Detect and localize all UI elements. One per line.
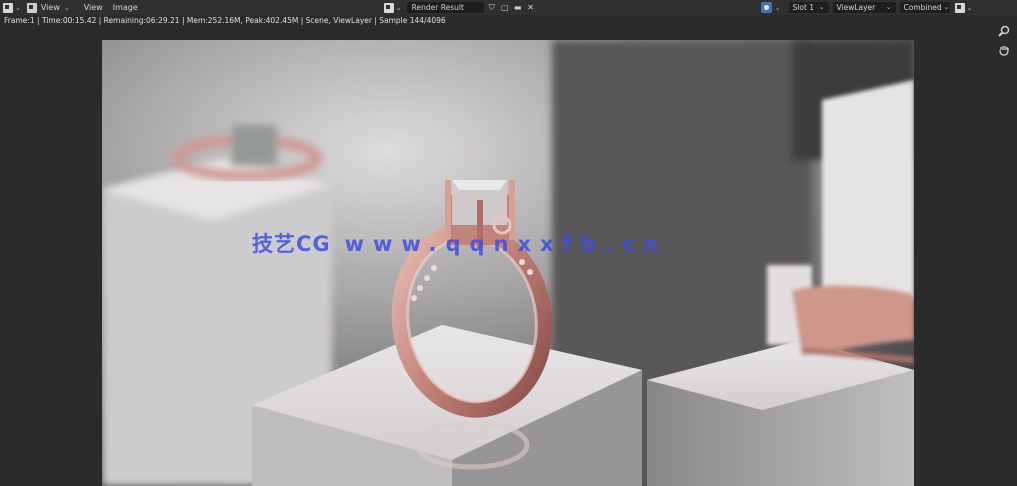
hand-pan-icon[interactable]: [997, 43, 1011, 57]
image-name-field[interactable]: Render Result: [406, 2, 484, 13]
render-status-text: Frame:1 | Time:00:15.42 | Remaining:06:2…: [4, 16, 446, 25]
gizmo-button[interactable]: ⌄: [952, 1, 976, 14]
editor-type-button[interactable]: ⌄: [0, 1, 24, 14]
slot-dropdown[interactable]: Slot 1 ⌄: [788, 2, 829, 13]
slot-label: Slot 1: [792, 3, 815, 12]
menu-view[interactable]: View: [79, 3, 108, 12]
chevron-down-icon[interactable]: ⌄: [775, 4, 781, 12]
menu-image[interactable]: Image: [108, 3, 143, 12]
render-result-image[interactable]: [102, 40, 914, 486]
chevron-down-icon: ⌄: [395, 3, 402, 12]
render-pass-label: Combined: [903, 3, 942, 12]
open-folder-icon[interactable]: ▬: [513, 3, 523, 13]
render-pass-dropdown[interactable]: Combined ⌄: [899, 2, 950, 13]
close-icon[interactable]: ✕: [526, 3, 536, 13]
chevron-down-icon: ⌄: [818, 3, 825, 11]
view-layer-label: ViewLayer: [836, 3, 876, 12]
chevron-down-icon: ⌄: [63, 3, 70, 12]
overlay-icon[interactable]: [760, 2, 772, 13]
browse-image-icon: [383, 2, 394, 13]
watermark-text: 技艺CG www.qqnxxfb.cn: [252, 228, 667, 258]
view-layer-dropdown[interactable]: ViewLayer ⌄: [832, 2, 896, 13]
zoom-icon[interactable]: [997, 24, 1011, 38]
browse-image-button[interactable]: ⌄: [381, 1, 405, 14]
fake-user-shield-icon[interactable]: ⛉: [487, 3, 497, 13]
ring-render-picture: [102, 40, 914, 486]
watermark-url: www.qqnxxfb.cn: [344, 232, 668, 256]
image-editor-header: ⌄ View ⌄ View Image ⌄ Render Result ⛉ ▢ …: [0, 0, 1017, 15]
chevron-down-icon: ⌄: [15, 3, 21, 12]
watermark-cn: 技艺CG: [252, 232, 331, 256]
chevron-down-icon: ⌄: [966, 3, 973, 12]
chevron-down-icon: ⌄: [885, 3, 892, 11]
gizmo-icon: [954, 2, 965, 13]
chevron-down-icon: ⌄: [943, 3, 950, 11]
menu-view-mode: View: [40, 3, 60, 12]
image-editor-icon: [3, 2, 13, 13]
view-mode-button[interactable]: View ⌄: [24, 1, 73, 14]
new-image-icon[interactable]: ▢: [500, 3, 510, 13]
view-mode-icon: [26, 2, 37, 13]
